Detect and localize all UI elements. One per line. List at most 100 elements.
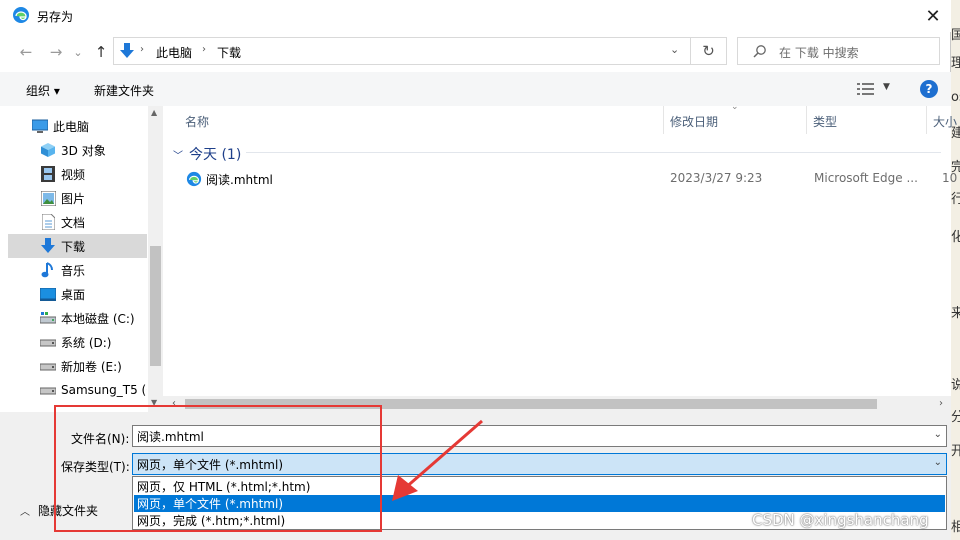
sidebar-item-this-pc[interactable]: 此电脑: [8, 114, 147, 138]
bg-char: 来: [951, 306, 960, 321]
drive-icon: [40, 382, 56, 398]
sidebar-item-drive-g[interactable]: Samsung_T5 (G: [8, 378, 147, 402]
save-type-value: 网页，单个文件 (*.mhtml): [137, 457, 284, 472]
save-type-option-mhtml[interactable]: 网页，单个文件 (*.mhtml): [134, 495, 945, 512]
breadcrumb-downloads[interactable]: 下载: [217, 44, 241, 61]
window-title: 另存为: [37, 10, 74, 24]
annotation-arrow-icon: [392, 419, 483, 501]
recent-locations-button[interactable]: ⌄: [71, 41, 85, 63]
sidebar-item-label: 3D 对象: [61, 143, 106, 158]
sidebar-item-drive-d[interactable]: 系统 (D:): [8, 330, 147, 354]
sidebar-item-label: 音乐: [61, 263, 86, 278]
column-divider[interactable]: [806, 106, 807, 134]
breadcrumb-this-pc[interactable]: 此电脑: [156, 44, 192, 61]
filename-input[interactable]: 阅读.mhtml ⌄: [132, 425, 947, 447]
scrollbar-thumb[interactable]: [185, 399, 877, 409]
cube-icon: [40, 142, 56, 158]
address-bar[interactable]: › 此电脑 › 下载 ⌄: [113, 37, 691, 65]
watermark: CSDN @xingshanchang: [752, 511, 929, 529]
sidebar-item-label: 系统 (D:): [61, 335, 112, 350]
sidebar-item-pictures[interactable]: 图片: [8, 186, 147, 210]
scrollbar-thumb[interactable]: [150, 246, 161, 366]
download-icon: [40, 238, 56, 254]
sidebar-item-desktop[interactable]: 桌面: [8, 282, 147, 306]
search-input[interactable]: 在 下载 中搜索: [737, 37, 940, 65]
address-dropdown-icon[interactable]: ⌄: [670, 43, 679, 56]
download-icon: [119, 42, 135, 60]
music-icon: [40, 262, 56, 278]
view-options-icon[interactable]: [857, 82, 875, 96]
table-row[interactable]: 阅读.mhtml 2023/3/27 9:23 Microsoft Edge .…: [171, 168, 957, 190]
drive-icon: [40, 310, 56, 326]
bg-char: 开: [951, 444, 960, 459]
breadcrumb-separator-icon: ›: [140, 44, 144, 55]
file-list: 名称 ⌄ 修改日期 类型 大小 ﹀ 今天 (1) 阅读.mhtml 2023/3…: [163, 102, 957, 412]
scroll-right-icon[interactable]: ›: [939, 398, 943, 409]
edge-file-icon: [186, 171, 202, 187]
group-divider: [246, 152, 941, 153]
sort-indicator-icon: ⌄: [731, 102, 739, 112]
drive-icon: [40, 334, 56, 350]
forward-button[interactable]: →: [45, 41, 67, 63]
save-type-select[interactable]: 网页，单个文件 (*.mhtml) ⌄: [132, 453, 947, 475]
sidebar-item-drive-c[interactable]: 本地磁盘 (C:): [8, 306, 147, 330]
hide-folders-label: 隐藏文件夹: [38, 504, 99, 518]
scroll-left-icon[interactable]: ‹: [172, 398, 176, 409]
column-divider[interactable]: [663, 106, 664, 134]
sidebar-item-label: 桌面: [61, 287, 86, 302]
search-placeholder: 在 下载 中搜索: [779, 46, 859, 60]
sidebar-item-label: 此电脑: [53, 119, 90, 134]
refresh-button[interactable]: ↻: [691, 37, 727, 65]
filename-label: 文件名(N):: [71, 432, 130, 446]
save-type-label: 保存类型(T):: [61, 460, 130, 474]
sidebar-item-label: 图片: [61, 191, 86, 206]
column-size[interactable]: 大小: [933, 113, 957, 130]
back-button[interactable]: ←: [15, 41, 37, 63]
document-icon: [40, 214, 56, 230]
chevron-down-icon[interactable]: ⌄: [934, 429, 942, 440]
chevron-down-icon[interactable]: ⌄: [934, 457, 942, 468]
collapse-chevron-icon[interactable]: ﹀: [173, 147, 183, 162]
sidebar-item-label: 下载: [61, 239, 86, 254]
organize-button[interactable]: 组织 ▾: [26, 82, 60, 99]
breadcrumb-separator-icon: ›: [202, 44, 206, 55]
group-header-today[interactable]: ﹀ 今天 (1): [173, 144, 241, 164]
column-divider[interactable]: [926, 106, 927, 134]
new-folder-button[interactable]: 新建文件夹: [94, 82, 154, 99]
navigation-pane: 此电脑 3D 对象 视频 图片 文档 下载 音乐 桌面 本地磁盘 (C:) 系统…: [0, 106, 163, 412]
file-date: 2023/3/27 9:23: [670, 171, 763, 185]
title-bar: 另存为 ✕: [0, 0, 951, 32]
sidebar-item-drive-e[interactable]: 新加卷 (E:): [8, 354, 147, 378]
scroll-up-icon[interactable]: ▲: [151, 108, 157, 117]
sidebar-item-label: 本地磁盘 (C:): [61, 311, 135, 326]
sidebar-item-videos[interactable]: 视频: [8, 162, 147, 186]
bg-char: os: [951, 90, 960, 105]
hide-folders-toggle[interactable]: ︿ 隐藏文件夹: [20, 502, 98, 519]
sidebar-item-label: 新加卷 (E:): [61, 359, 122, 374]
help-button[interactable]: ?: [920, 80, 938, 98]
column-type[interactable]: 类型: [813, 113, 837, 130]
file-type: Microsoft Edge ...: [814, 171, 918, 185]
bg-char: 化: [951, 230, 960, 245]
desktop-icon: [40, 286, 56, 302]
sidebar-item-music[interactable]: 音乐: [8, 258, 147, 282]
chevron-up-icon: ︿: [20, 507, 30, 518]
sidebar-item-label: 视频: [61, 167, 86, 182]
file-name: 阅读.mhtml: [206, 173, 273, 187]
up-button[interactable]: ↑: [90, 41, 112, 63]
column-name[interactable]: 名称: [185, 113, 209, 130]
bg-char: 理: [951, 56, 960, 71]
save-type-option-html[interactable]: 网页，仅 HTML (*.html;*.htm): [134, 478, 945, 495]
computer-icon: [32, 118, 48, 134]
close-button[interactable]: ✕: [915, 0, 951, 32]
horizontal-scrollbar[interactable]: ‹ ›: [163, 396, 951, 412]
sidebar-item-3d-objects[interactable]: 3D 对象: [8, 138, 147, 162]
scroll-down-icon[interactable]: ▼: [151, 398, 157, 407]
sidebar-scrollbar[interactable]: ▲ ▼: [148, 106, 163, 412]
view-dropdown-icon[interactable]: ▼: [883, 82, 890, 92]
bg-char: 相: [951, 520, 960, 535]
sidebar-item-label: Samsung_T5 (G: [61, 383, 147, 397]
column-date[interactable]: 修改日期: [670, 113, 718, 130]
sidebar-item-documents[interactable]: 文档: [8, 210, 147, 234]
sidebar-item-downloads[interactable]: 下载: [8, 234, 147, 258]
